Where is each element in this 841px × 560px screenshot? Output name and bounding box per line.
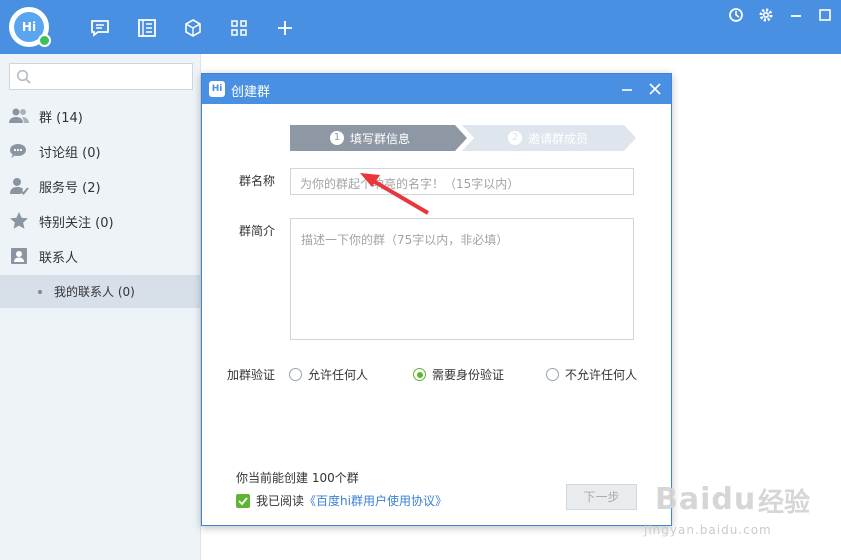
sidebar-item-discussions[interactable]: 讨论组 (0) [0, 134, 201, 168]
next-step-button[interactable]: 下一步 [566, 484, 637, 510]
create-group-dialog: Hi 创建群 1 填写群信息 2 邀请群成员 群名称 为你的群起个响亮的名字！（… [201, 73, 672, 526]
dialog-title: 创建群 [231, 85, 271, 100]
step-2: 2 邀请群成员 [508, 125, 588, 151]
sidebar-item-favorites[interactable]: 特别关注 (0) [0, 204, 201, 238]
annotation-arrow-icon [360, 173, 430, 215]
step-number: 2 [508, 131, 522, 145]
sidebar-item-label: 讨论组 (0) [39, 145, 101, 161]
search-icon [16, 69, 32, 89]
contact-card-icon [9, 246, 29, 266]
agreement-link[interactable]: 《百度hi群用户使用协议》 [304, 492, 447, 509]
radio-label: 允许任何人 [308, 368, 369, 382]
gear-icon[interactable] [757, 6, 775, 24]
sidebar: 群 (14) 讨论组 (0) 服务号 (2) 特别关注 (0) 联系人 我的联系… [0, 54, 201, 560]
baidu-jingyan-watermark: Baidu 经验 jingyan.baidu.com [640, 468, 840, 558]
group-quota-text: 你当前能创建 100个群 [236, 471, 359, 485]
dialog-titlebar: Hi 创建群 [202, 74, 671, 104]
maximize-icon[interactable] [816, 6, 834, 24]
radio-button[interactable] [289, 368, 302, 381]
app-box-icon[interactable] [183, 18, 203, 38]
minimize-icon[interactable] [787, 6, 805, 24]
discussion-icon [9, 141, 29, 161]
dialog-close-icon[interactable] [648, 82, 662, 96]
service-account-icon [9, 176, 29, 196]
contacts-book-icon[interactable] [137, 18, 157, 38]
history-icon[interactable] [727, 6, 745, 24]
sidebar-subitem-label: 我的联系人 (0) [54, 285, 135, 299]
sidebar-item-label: 特别关注 (0) [39, 215, 114, 231]
agree-checkbox[interactable] [236, 493, 250, 508]
group-name-label: 群名称 [239, 174, 276, 188]
step-1: 1 填写群信息 [330, 125, 410, 151]
sidebar-item-label: 联系人 [39, 250, 79, 266]
step-indicator: 1 填写群信息 2 邀请群成员 [290, 125, 636, 151]
bullet-dot [38, 289, 42, 294]
verify-option-allow-anyone[interactable]: 允许任何人 [289, 366, 368, 383]
user-avatar[interactable]: Hi [9, 7, 51, 47]
radio-button-checked[interactable] [413, 368, 426, 381]
watermark-brand: Baidu [655, 482, 757, 517]
online-status-icon [38, 34, 51, 47]
radio-label: 不允许任何人 [565, 368, 638, 382]
group-name-input[interactable]: 为你的群起个响亮的名字！（15字以内） [290, 168, 634, 195]
group-intro-textarea[interactable]: 描述一下你的群（75字以内，非必填） [290, 218, 634, 340]
join-verify-label: 加群验证 [227, 368, 276, 382]
sidebar-item-label: 服务号 (2) [39, 180, 101, 196]
dialog-minimize-icon[interactable] [620, 82, 634, 96]
star-icon [9, 211, 29, 231]
step-label: 邀请群成员 [528, 131, 589, 146]
grid-apps-icon[interactable] [229, 18, 249, 38]
watermark-url: jingyan.baidu.com [644, 523, 772, 537]
step-number: 1 [330, 131, 344, 145]
sidebar-item-groups[interactable]: 群 (14) [0, 99, 201, 133]
agreement-row: 我已阅读 《百度hi群用户使用协议》 [236, 492, 447, 509]
sidebar-subitem-my-contacts[interactable]: 我的联系人 (0) [0, 275, 201, 308]
verify-option-require-verification[interactable]: 需要身份验证 [413, 366, 504, 383]
verify-option-allow-none[interactable]: 不允许任何人 [546, 366, 637, 383]
sidebar-item-contacts[interactable]: 联系人 [0, 239, 201, 273]
watermark-cn: 经验 [758, 488, 811, 518]
step-label: 填写群信息 [350, 131, 411, 146]
add-icon[interactable] [275, 18, 295, 38]
search-input[interactable] [9, 63, 193, 90]
baidu-hi-logo-icon: Hi [209, 81, 225, 97]
radio-label: 需要身份验证 [432, 368, 505, 382]
checkmark-icon [238, 496, 248, 505]
sidebar-item-label: 群 (14) [39, 110, 83, 126]
agree-prefix: 我已阅读 [256, 494, 305, 508]
radio-button[interactable] [546, 368, 559, 381]
main-toolbar: Hi [0, 0, 841, 54]
group-icon [9, 106, 29, 126]
chat-icon[interactable] [90, 18, 110, 38]
sidebar-item-service[interactable]: 服务号 (2) [0, 169, 201, 203]
group-intro-label: 群简介 [239, 224, 276, 238]
